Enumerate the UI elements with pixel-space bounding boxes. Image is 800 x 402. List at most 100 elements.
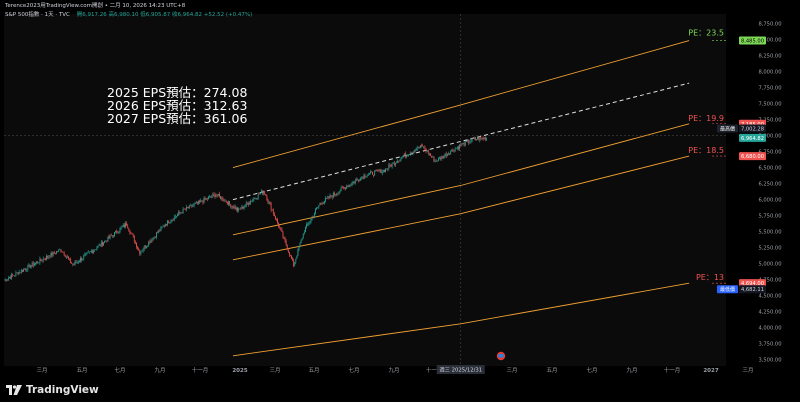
chart-canvas: 3,500.00 3,750.00 4,000.00 4,250.00 4,500.00… xyxy=(4,14,800,374)
candle-body xyxy=(365,176,367,178)
price-tick-label: 6,250.00 xyxy=(758,182,781,188)
candle-body xyxy=(358,179,359,181)
candle-body xyxy=(277,219,278,223)
candle-body xyxy=(380,169,382,174)
candle-body xyxy=(211,196,213,198)
time-tick-label: 三月 xyxy=(506,367,517,374)
candle-body xyxy=(57,251,59,253)
candle-body xyxy=(328,196,330,198)
candle-body xyxy=(125,223,126,227)
candle-body xyxy=(371,171,372,173)
price-candles xyxy=(4,135,487,282)
candle-body xyxy=(61,251,63,253)
time-tick-label: 三月 xyxy=(742,367,753,374)
candle-body xyxy=(360,177,362,181)
candle-body xyxy=(243,206,245,209)
candle-body xyxy=(69,258,70,260)
candle-body xyxy=(179,212,181,214)
candle-body xyxy=(82,258,84,261)
candle-body xyxy=(456,147,458,149)
candle-body xyxy=(418,147,420,149)
candle-body xyxy=(128,228,130,231)
candle-body xyxy=(443,155,445,159)
time-tick-label: 十一月 xyxy=(192,366,209,374)
candle-body xyxy=(88,251,90,253)
candle-body xyxy=(372,171,373,175)
price-tick-label: 4,250.00 xyxy=(758,310,781,316)
candle-body xyxy=(159,230,161,231)
candle-body xyxy=(426,150,428,152)
candle-body xyxy=(219,193,220,197)
candle-body xyxy=(482,137,484,139)
candle-body xyxy=(121,226,123,228)
candle-body xyxy=(327,196,329,198)
candle-body xyxy=(108,236,110,239)
candle-body xyxy=(225,200,227,203)
candle-body xyxy=(97,245,99,248)
candle-body xyxy=(316,208,318,210)
tradingview-logo-icon xyxy=(6,385,22,395)
candle-body xyxy=(405,155,407,157)
candle-body xyxy=(299,242,301,248)
candle-body xyxy=(340,187,342,192)
candle-body xyxy=(14,275,16,276)
time-tick-label: 五月 xyxy=(546,367,557,374)
candle-body xyxy=(7,278,9,280)
candle-body xyxy=(35,262,36,265)
candle-body xyxy=(230,204,232,207)
candle-body xyxy=(272,210,274,214)
tradingview-brand[interactable]: TradingView xyxy=(6,384,99,396)
candle-body xyxy=(173,216,175,221)
price-tick-label: 8,000.00 xyxy=(758,70,781,76)
candle-body xyxy=(221,197,223,200)
candle-body xyxy=(258,193,260,195)
candle-body xyxy=(5,279,7,281)
candle-body xyxy=(283,237,285,238)
candle-body xyxy=(119,228,121,232)
candle-body xyxy=(399,159,401,162)
candle-body xyxy=(13,275,15,276)
candle-body xyxy=(187,206,188,208)
candle-body xyxy=(132,234,134,237)
candle-body xyxy=(311,216,313,219)
candle-body xyxy=(42,258,44,261)
candle-body xyxy=(364,175,366,178)
candle-body xyxy=(80,258,81,262)
candle-body xyxy=(95,249,97,250)
candle-body xyxy=(174,216,176,218)
candle-body xyxy=(395,163,396,165)
candle-body xyxy=(472,138,474,139)
candle-body xyxy=(96,247,98,250)
candle-body xyxy=(366,175,368,177)
candle-body xyxy=(105,240,107,242)
candle-body xyxy=(455,148,457,149)
candle-body xyxy=(422,145,423,147)
candle-body xyxy=(415,150,417,151)
time-tick-label: 七月 xyxy=(586,366,597,374)
candle-body xyxy=(134,241,136,243)
candle-body xyxy=(203,198,205,203)
candle-body xyxy=(244,205,246,207)
price-tick-label: 5,000.00 xyxy=(758,262,781,268)
candle-body xyxy=(268,201,270,203)
candle-body xyxy=(111,235,113,236)
candle-body xyxy=(45,259,46,260)
candle-body xyxy=(341,187,343,189)
candle-body xyxy=(192,205,194,207)
candle-body xyxy=(100,241,102,246)
candle-body xyxy=(249,203,250,205)
candle-body xyxy=(435,160,437,162)
candle-body xyxy=(296,256,298,259)
candle-body xyxy=(114,232,115,237)
candle-body xyxy=(185,206,187,210)
candle-body xyxy=(441,156,443,160)
candle-body xyxy=(445,153,447,157)
candle-body xyxy=(451,149,453,152)
candle-body xyxy=(137,247,138,249)
candle-body xyxy=(237,207,238,211)
candle-body xyxy=(116,230,118,233)
candle-body xyxy=(250,201,251,204)
candle-body xyxy=(379,169,381,172)
candle-body xyxy=(76,261,78,263)
candle-body xyxy=(390,165,392,167)
